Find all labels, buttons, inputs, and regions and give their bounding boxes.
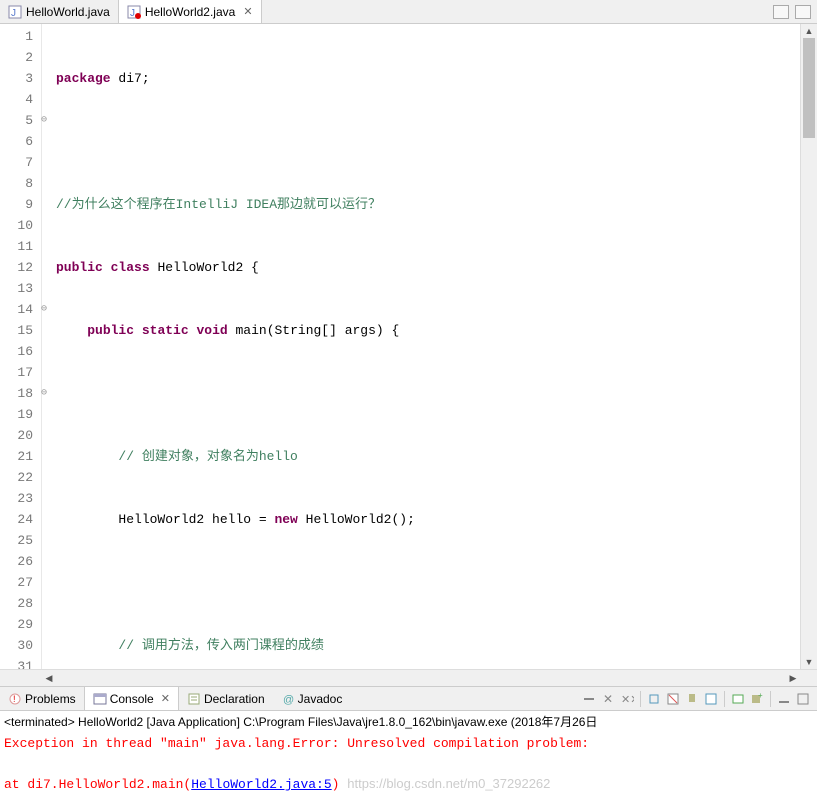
svg-text:J: J [130, 8, 135, 19]
line-number: 25 [0, 530, 33, 551]
tab-console[interactable]: Console ✕ [84, 687, 179, 710]
console-error-line: Exception in thread "main" java.lang.Err… [4, 734, 813, 754]
bottom-tabs-bar: ! Problems Console ✕ Declaration @ Javad… [0, 687, 817, 711]
console-toolbar: ✕ ✕✕ + [581, 691, 817, 707]
line-number: 1 [0, 26, 33, 47]
line-number: 20 [0, 425, 33, 446]
line-number: 8 [0, 173, 33, 194]
line-number: 7 [0, 152, 33, 173]
scroll-right-arrow[interactable]: ▶ [786, 673, 800, 684]
line-number: 22 [0, 467, 33, 488]
display-selected-icon[interactable] [703, 691, 719, 707]
editor-content[interactable]: 1 2 3 4 5 6 7 8 9 10 11 12 13 14 15 16 1… [0, 24, 800, 669]
tab-label: Console [110, 692, 154, 706]
line-number: 2 [0, 47, 33, 68]
bottom-panel: ! Problems Console ✕ Declaration @ Javad… [0, 686, 817, 806]
line-number: 6 [0, 131, 33, 152]
line-number: 14 [0, 299, 33, 320]
window-controls [773, 5, 817, 19]
tab-declaration[interactable]: Declaration [179, 687, 273, 710]
line-number: 29 [0, 614, 33, 635]
remove-all-terminated-icon[interactable]: ✕✕ [619, 691, 635, 707]
horizontal-scrollbar[interactable]: ◀ ▶ [0, 669, 817, 686]
console-header: <terminated> HelloWorld2 [Java Applicati… [0, 711, 817, 732]
svg-text:!: ! [13, 694, 16, 704]
line-gutter: 1 2 3 4 5 6 7 8 9 10 11 12 13 14 15 16 1… [0, 24, 42, 669]
watermark: https://blog.csdn.net/m0_37292262 [347, 776, 550, 791]
line-number: 19 [0, 404, 33, 425]
maximize-button[interactable] [795, 5, 811, 19]
scroll-left-arrow[interactable]: ◀ [42, 673, 56, 684]
tab-label: HelloWorld2.java [145, 5, 236, 19]
close-icon[interactable]: ✕ [243, 5, 252, 18]
line-number: 5 [0, 110, 33, 131]
console-output[interactable]: Exception in thread "main" java.lang.Err… [0, 732, 817, 806]
line-number: 11 [0, 236, 33, 257]
line-number: 3 [0, 68, 33, 89]
svg-text:✕: ✕ [603, 692, 613, 706]
line-number: 18 [0, 383, 33, 404]
code-editor[interactable]: package di7; //为什么这个程序在IntelliJ IDEA那边就可… [42, 24, 800, 669]
remove-all-icon[interactable]: ✕ [600, 691, 616, 707]
console-icon [93, 692, 107, 706]
stack-trace-link[interactable]: HelloWorld2.java:5 [191, 777, 331, 792]
tab-label: Problems [25, 692, 76, 706]
vertical-scrollbar[interactable]: ▲ ▼ [800, 24, 817, 669]
line-number: 26 [0, 551, 33, 572]
tab-helloworld2[interactable]: J HelloWorld2.java ✕ [119, 0, 262, 23]
declaration-icon [187, 692, 201, 706]
tab-label: Declaration [204, 692, 265, 706]
line-number: 30 [0, 635, 33, 656]
line-number: 17 [0, 362, 33, 383]
close-icon[interactable]: ✕ [161, 692, 170, 705]
tab-label: HelloWorld.java [26, 5, 110, 19]
line-number: 28 [0, 593, 33, 614]
scroll-lock-icon[interactable] [646, 691, 662, 707]
remove-launch-icon[interactable] [581, 691, 597, 707]
line-number: 24 [0, 509, 33, 530]
editor-area: 1 2 3 4 5 6 7 8 9 10 11 12 13 14 15 16 1… [0, 24, 817, 669]
tab-helloworld[interactable]: J HelloWorld.java [0, 0, 119, 23]
svg-text:✕✕: ✕✕ [621, 694, 634, 706]
svg-text:J: J [11, 8, 16, 19]
line-number: 15 [0, 320, 33, 341]
scroll-up-arrow[interactable]: ▲ [801, 24, 817, 38]
console-blank-line [4, 754, 813, 774]
clear-console-icon[interactable] [665, 691, 681, 707]
java-file-icon: J [8, 5, 22, 19]
line-number: 16 [0, 341, 33, 362]
line-number: 23 [0, 488, 33, 509]
problems-icon: ! [8, 692, 22, 706]
maximize-panel-icon[interactable] [795, 691, 811, 707]
line-number: 31 [0, 656, 33, 669]
scroll-down-arrow[interactable]: ▼ [801, 655, 817, 669]
pin-console-icon[interactable] [684, 691, 700, 707]
line-number: 12 [0, 257, 33, 278]
line-number: 4 [0, 89, 33, 110]
editor-tabs-bar: J HelloWorld.java J HelloWorld2.java ✕ [0, 0, 817, 24]
svg-text:+: + [758, 692, 763, 700]
tab-label: Javadoc [298, 692, 343, 706]
java-file-error-icon: J [127, 5, 141, 19]
minimize-button[interactable] [773, 5, 789, 19]
svg-text:@: @ [283, 694, 294, 706]
open-console-icon[interactable] [730, 691, 746, 707]
console-stack-line: at di7.HelloWorld2.main(HelloWorld2.java… [4, 774, 813, 795]
line-number: 13 [0, 278, 33, 299]
tab-problems[interactable]: ! Problems [0, 687, 84, 710]
line-number: 21 [0, 446, 33, 467]
minimize-panel-icon[interactable] [776, 691, 792, 707]
new-console-icon[interactable]: + [749, 691, 765, 707]
tab-javadoc[interactable]: @ Javadoc [273, 687, 351, 710]
line-number: 27 [0, 572, 33, 593]
line-number: 10 [0, 215, 33, 236]
line-number: 9 [0, 194, 33, 215]
scroll-thumb[interactable] [803, 38, 815, 138]
javadoc-icon: @ [281, 692, 295, 706]
